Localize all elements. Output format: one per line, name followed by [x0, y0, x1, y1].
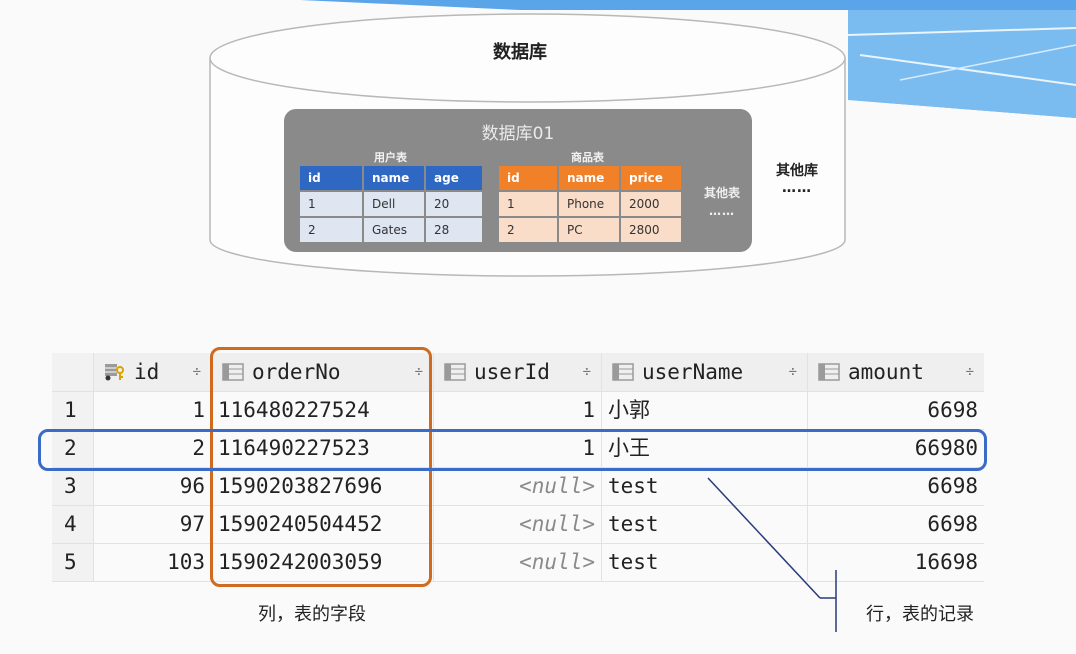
users-cell: 1 — [300, 192, 362, 216]
column-icon — [444, 363, 466, 381]
goods-table-caption: 商品表 — [571, 151, 604, 164]
other-tables-label: 其他表 …… — [700, 184, 744, 218]
row-pointer-line — [707, 477, 837, 632]
goods-cell: Phone — [559, 192, 619, 216]
cell-userName[interactable]: 小郭 — [602, 392, 808, 429]
primary-key-icon — [105, 364, 124, 381]
other-dbs-label: 其他库 …… — [770, 160, 824, 196]
cell-amount[interactable]: 6698 — [808, 392, 984, 429]
goods-header-cell: id — [499, 166, 557, 190]
sort-icon[interactable]: ÷ — [583, 354, 591, 391]
users-cell: 2 — [300, 218, 362, 242]
goods-cell: 2000 — [621, 192, 681, 216]
users-table-caption: 用户表 — [374, 151, 407, 164]
column-label: userName — [642, 359, 744, 384]
database-title: 数据库 — [493, 42, 547, 63]
cell-id[interactable]: 103 — [94, 544, 212, 581]
cell-id[interactable]: 97 — [94, 506, 212, 543]
row-annotation: 行，表的记录 — [866, 604, 974, 625]
cell-id[interactable]: 1 — [94, 392, 212, 429]
cell-userId[interactable]: <null> — [434, 506, 602, 543]
column-icon — [612, 363, 634, 381]
sort-icon[interactable]: ÷ — [966, 354, 974, 391]
other-dbs-text: 其他库 — [776, 163, 818, 179]
column-header-userId[interactable]: userId ÷ — [434, 353, 602, 391]
column-header-amount[interactable]: amount ÷ — [808, 353, 984, 391]
other-dbs-dots: …… — [782, 180, 812, 196]
goods-header-cell: name — [559, 166, 619, 190]
row-highlight-frame — [38, 429, 987, 471]
cell-userId[interactable]: 1 — [434, 392, 602, 429]
row-number: 4 — [52, 506, 94, 543]
goods-table: id name price 1 Phone 2000 2 PC 2800 — [497, 164, 683, 244]
row-number-header — [52, 353, 94, 391]
cell-userId[interactable]: <null> — [434, 468, 602, 505]
table-row[interactable]: 1 1 116480227524 1 小郭 6698 — [52, 392, 984, 430]
goods-cell: PC — [559, 218, 619, 242]
users-header-cell: age — [426, 166, 482, 190]
column-label: amount — [848, 359, 924, 384]
goods-cell: 2800 — [621, 218, 681, 242]
goods-cell: 2 — [499, 218, 557, 242]
goods-cell: 1 — [499, 192, 557, 216]
database01-title: 数据库01 — [481, 124, 555, 144]
users-cell: 20 — [426, 192, 482, 216]
users-cell: 28 — [426, 218, 482, 242]
column-header-id[interactable]: id ÷ — [94, 353, 212, 391]
grid-header-row: id ÷ orderNo ÷ userId ÷ userName ÷ amoun… — [52, 353, 984, 392]
column-icon — [818, 363, 840, 381]
column-header-userName[interactable]: userName ÷ — [602, 353, 808, 391]
column-label: userId — [474, 359, 550, 384]
users-header-cell: name — [364, 166, 424, 190]
cell-userId[interactable]: <null> — [434, 544, 602, 581]
column-label: id — [134, 359, 160, 384]
row-number: 3 — [52, 468, 94, 505]
users-header-cell: id — [300, 166, 362, 190]
sort-icon[interactable]: ÷ — [789, 354, 797, 391]
other-tables-text: 其他表 — [703, 186, 740, 200]
cell-id[interactable]: 96 — [94, 468, 212, 505]
goods-header-cell: price — [621, 166, 681, 190]
users-cell: Dell — [364, 192, 424, 216]
users-table: id name age 1 Dell 20 2 Gates 28 — [298, 164, 484, 244]
other-tables-dots: …… — [709, 204, 735, 218]
users-cell: Gates — [364, 218, 424, 242]
sort-icon[interactable]: ÷ — [193, 354, 201, 391]
row-number: 1 — [52, 392, 94, 429]
row-number: 5 — [52, 544, 94, 581]
column-annotation: 列，表的字段 — [258, 604, 366, 625]
